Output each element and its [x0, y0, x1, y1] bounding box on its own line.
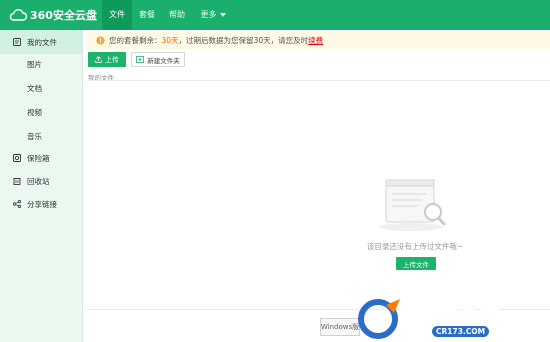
- sidebar-item-label: 文档: [27, 83, 42, 93]
- new-folder-button-label: 新建文件夹: [147, 56, 180, 65]
- sidebar-item-label: 保险箱: [27, 153, 50, 163]
- sidebar-item-label: 视频: [27, 107, 42, 117]
- cloud-logo-icon: [9, 9, 28, 21]
- windows-version-badge: Windows版: [320, 318, 360, 336]
- sidebar-item-music[interactable]: 音乐: [0, 124, 82, 148]
- sidebar: 我的文件 图片 文档 视频 音乐 保险箱 回收站 分享链接: [0, 30, 83, 342]
- upload-button-label: 上传: [105, 55, 119, 64]
- empty-folder-illustration: [379, 179, 446, 231]
- expiry-notice: 您的套餐剩余： 30天 ，过期后数据为您保留30天，请您及时 续费: [87, 31, 550, 49]
- share-icon: [13, 200, 21, 208]
- nav-tab-more[interactable]: 更多: [195, 0, 231, 30]
- sidebar-item-images[interactable]: 图片: [0, 52, 82, 76]
- notice-middle: ，过期后数据为您保留30天，请您及时: [178, 35, 309, 45]
- divider: [87, 80, 550, 81]
- sidebar-item-recycle-bin[interactable]: 回收站: [0, 169, 82, 193]
- safe-icon: [13, 154, 21, 162]
- sidebar-item-videos[interactable]: 视频: [0, 100, 82, 124]
- notice-days: 30天: [161, 35, 179, 45]
- upload-icon: [95, 56, 102, 63]
- trash-icon: [13, 177, 21, 185]
- new-folder-button[interactable]: 新建文件夹: [131, 52, 185, 67]
- top-bar: 360安全云盘 文件 套餐 帮助 更多: [0, 0, 550, 30]
- warning-icon: [96, 35, 105, 45]
- new-folder-icon: [136, 56, 145, 63]
- notice-prefix: 您的套餐剩余：: [109, 35, 162, 45]
- app-logo-text: 360安全云盘: [30, 9, 97, 22]
- sidebar-item-label: 分享链接: [27, 199, 57, 209]
- sidebar-item-label: 回收站: [27, 176, 50, 186]
- file-icon: [13, 38, 21, 46]
- sidebar-item-safe[interactable]: 保险箱: [0, 146, 82, 170]
- chevron-down-icon: [219, 12, 226, 17]
- upload-button[interactable]: 上传: [88, 52, 126, 67]
- upload-file-button[interactable]: 上传文件: [396, 257, 436, 270]
- renew-link[interactable]: 续费: [308, 35, 323, 46]
- nav-more-label: 更多: [200, 10, 217, 19]
- sidebar-item-share-links[interactable]: 分享链接: [0, 192, 82, 216]
- sidebar-item-my-files[interactable]: 我的文件: [0, 30, 82, 54]
- nav-tab-files[interactable]: 文件: [102, 0, 132, 30]
- sidebar-item-label: 我的文件: [27, 37, 57, 47]
- nav-tab-help[interactable]: 帮助: [162, 0, 192, 30]
- empty-state-message: 该目录还没有上传过文件哦~: [366, 242, 464, 251]
- sidebar-item-label: 音乐: [27, 131, 42, 141]
- nav-tab-plan[interactable]: 套餐: [132, 0, 162, 30]
- site-watermark-url: CR173.COM: [432, 326, 490, 337]
- app-logo[interactable]: 360安全云盘: [8, 8, 97, 22]
- sidebar-item-documents[interactable]: 文档: [0, 76, 82, 100]
- sidebar-item-label: 图片: [27, 59, 42, 69]
